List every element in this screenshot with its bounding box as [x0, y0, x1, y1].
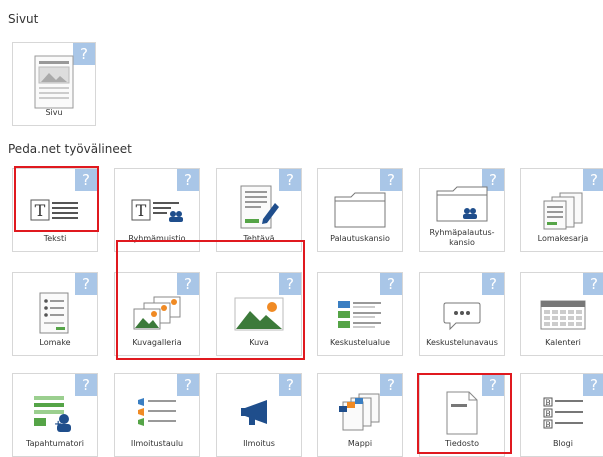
tile-tehtava[interactable]: ? Tehtävä [216, 168, 302, 252]
blog-icon: B B B [521, 396, 603, 430]
tile-label: Palautuskansio [330, 234, 390, 243]
tile-sivu[interactable]: ? Sivu [12, 42, 96, 126]
discussion-area-icon [318, 299, 402, 329]
tile-teksti[interactable]: ? T Teksti [12, 168, 98, 252]
tile-label: Keskustelualue [329, 338, 391, 347]
tile-keskustelunavaus[interactable]: ? Keskustelunavaus [419, 272, 505, 356]
tile-label: Mappi [347, 439, 373, 448]
svg-text:B: B [545, 399, 550, 407]
tile-lomakesarja[interactable]: ? Lomakesarja [520, 168, 603, 252]
help-icon[interactable]: ? [177, 169, 199, 191]
form-series-icon [521, 191, 603, 231]
tile-label: Sivu [45, 108, 63, 117]
announcement-icon [217, 398, 301, 428]
tile-label: Kalenteri [545, 338, 581, 347]
section-title-tools: Peda.net työvälineet [8, 142, 132, 156]
file-icon [420, 390, 504, 436]
tile-label: Ilmoitustaulu [130, 439, 184, 448]
help-icon[interactable]: ? [75, 374, 97, 396]
tile-label: Lomake [39, 338, 71, 347]
tile-mappi[interactable]: ? Mappi [317, 373, 403, 457]
help-icon[interactable]: ? [380, 273, 402, 295]
svg-text:B: B [545, 410, 550, 418]
image-icon [217, 297, 301, 331]
tile-ryhmapalautuskansio[interactable]: ? Ryhmäpalautus-kansio [419, 168, 505, 252]
tile-blogi[interactable]: ? B B B Blogi [520, 373, 603, 457]
tile-label: Lomakesarja [537, 234, 589, 243]
tile-label: Keskustelunavaus [426, 338, 498, 347]
tile-label: Tiedosto [445, 439, 479, 448]
text-icon: T [13, 199, 97, 221]
task-icon [217, 183, 301, 233]
tile-label: Kuvagalleria [132, 338, 182, 347]
group-memo-icon: T [115, 199, 199, 223]
tile-kuvagalleria[interactable]: ? Kuvagalleria [114, 272, 200, 356]
event-market-icon: + [13, 394, 97, 434]
svg-text:T: T [136, 201, 147, 220]
help-icon[interactable]: ? [482, 273, 504, 295]
tile-ryhmamuistio[interactable]: ? T Ryhmämuistio [114, 168, 200, 252]
tile-label: Ilmoitus [243, 439, 275, 448]
help-icon[interactable]: ? [75, 169, 97, 191]
notice-board-icon [115, 396, 199, 430]
tile-ilmoitustaulu[interactable]: ? Ilmoitustaulu [114, 373, 200, 457]
tile-label: Teksti [43, 234, 67, 243]
folder-icon [318, 191, 402, 229]
help-icon[interactable]: ? [279, 374, 301, 396]
tile-tapahtumatori[interactable]: ? + Tapahtumatori [12, 373, 98, 457]
page-icon [13, 55, 95, 109]
tile-lomake[interactable]: ? Lomake [12, 272, 98, 356]
help-icon[interactable]: ? [177, 374, 199, 396]
help-icon[interactable]: ? [177, 273, 199, 295]
tile-palautuskansio[interactable]: ? Palautuskansio [317, 168, 403, 252]
binder-icon [318, 392, 402, 432]
tile-label: Tehtävä [243, 234, 275, 243]
tile-kuva[interactable]: ? Kuva [216, 272, 302, 356]
tile-keskustelualue[interactable]: ? Keskustelualue [317, 272, 403, 356]
tile-tiedosto[interactable]: ? Tiedosto [419, 373, 505, 457]
section-title-pages: Sivut [8, 12, 39, 26]
tile-ilmoitus[interactable]: ? Ilmoitus [216, 373, 302, 457]
svg-text:B: B [545, 421, 550, 429]
tile-label: Tapahtumatori [26, 439, 84, 448]
form-icon [13, 291, 97, 335]
help-icon[interactable]: ? [583, 273, 603, 295]
tile-kalenteri[interactable]: ? Kalenteri [520, 272, 603, 356]
calendar-icon [521, 299, 603, 331]
help-icon[interactable]: ? [583, 169, 603, 191]
help-icon[interactable]: ? [380, 169, 402, 191]
help-icon[interactable]: ? [583, 374, 603, 396]
tile-label: Blogi [553, 439, 573, 448]
svg-text:T: T [35, 201, 46, 220]
image-gallery-icon [115, 295, 199, 333]
tile-label: Kuva [249, 338, 269, 347]
discussion-opening-icon [420, 301, 504, 331]
help-icon[interactable]: ? [279, 273, 301, 295]
tile-label: Ryhmäpalautus-kansio [429, 228, 495, 247]
group-folder-icon [420, 185, 504, 223]
svg-text:+: + [54, 419, 62, 430]
tile-label: Ryhmämuistio [128, 234, 186, 243]
